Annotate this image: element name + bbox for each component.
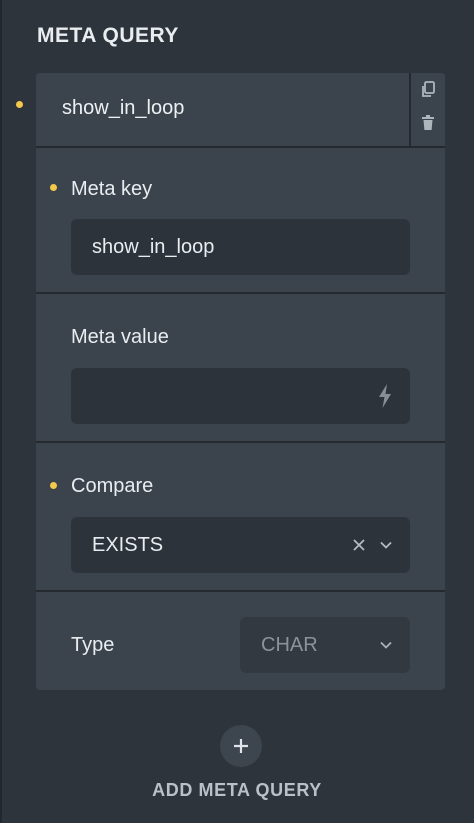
bolt-icon[interactable] [378,384,392,408]
panel-edge [0,0,2,823]
meta-query-item: show_in_loop Meta key show_in_loop Meta … [36,73,445,690]
type-selected-value: CHAR [261,634,318,656]
compare-changed-indicator [50,482,57,489]
meta-value-label: Meta value [71,326,169,348]
add-meta-query-label[interactable]: ADD META QUERY [0,780,474,801]
add-meta-query-button[interactable] [220,725,262,767]
plus-icon [234,739,248,753]
clear-icon[interactable] [353,539,365,551]
chevron-down-icon [380,641,392,649]
divider [36,146,445,148]
compare-selected-value: EXISTS [92,534,164,556]
copy-icon[interactable] [420,81,436,99]
divider [36,292,445,294]
meta-key-label: Meta key [71,178,153,200]
item-title: show_in_loop [62,97,185,119]
chevron-down-icon[interactable] [380,541,392,549]
meta-value-input[interactable] [71,368,410,424]
item-changed-indicator [16,101,23,108]
meta-key-input[interactable]: show_in_loop [71,219,410,275]
trash-icon[interactable] [420,114,436,132]
type-select[interactable]: CHAR [240,617,410,673]
item-header[interactable]: show_in_loop [36,73,445,146]
divider [36,590,445,592]
meta-key-changed-indicator [50,184,57,191]
item-actions [409,73,445,146]
compare-label: Compare [71,475,154,497]
panel-title: META QUERY [37,24,179,47]
type-label: Type [71,634,115,656]
compare-select[interactable]: EXISTS [71,517,410,573]
divider [36,441,445,443]
